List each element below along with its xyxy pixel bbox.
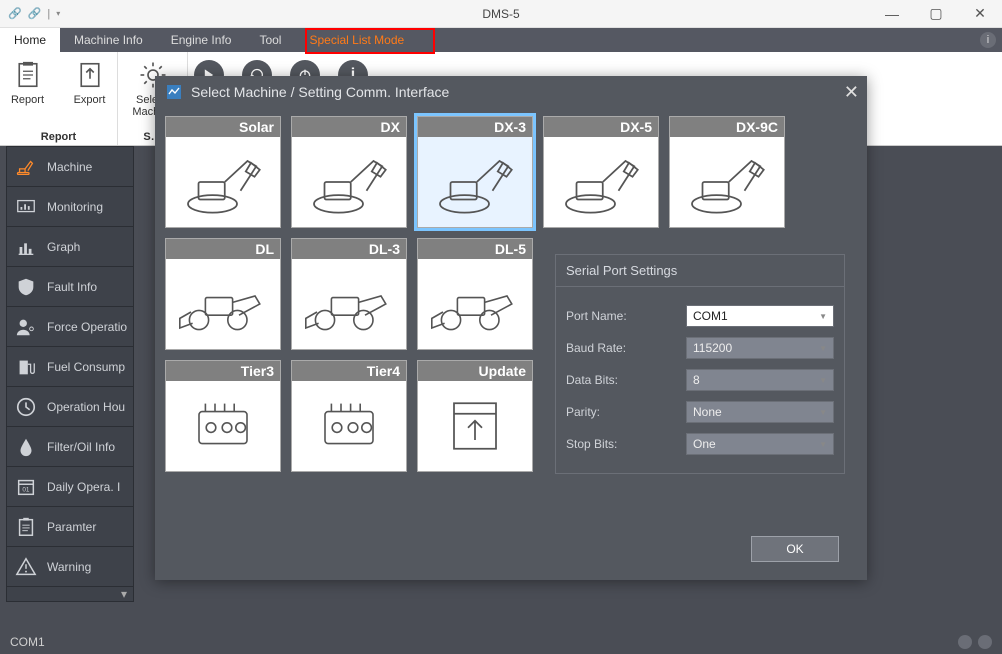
stop-bits-value: One <box>693 437 716 451</box>
parity-value: None <box>693 405 722 419</box>
modal-overlay: Select Machine / Setting Comm. Interface… <box>0 0 1002 654</box>
chevron-down-icon: ▼ <box>819 376 827 385</box>
tile-label: Update <box>418 361 532 381</box>
tile-label: DL-3 <box>292 239 406 259</box>
wheel-loader-icon <box>418 259 532 349</box>
tile-label: DX-9C <box>670 117 784 137</box>
settings-title: Serial Port Settings <box>556 255 844 287</box>
tile-dx-9c[interactable]: DX-9C <box>669 116 785 228</box>
port-name-select[interactable]: COM1 ▼ <box>686 305 834 327</box>
dialog-app-icon <box>165 83 183 101</box>
chevron-down-icon: ▼ <box>819 440 827 449</box>
tile-dl-3[interactable]: DL-3 <box>291 238 407 350</box>
port-name-label: Port Name: <box>566 309 686 323</box>
baud-rate-value: 115200 <box>693 341 732 355</box>
excavator-icon <box>670 137 784 227</box>
tile-label: Tier3 <box>166 361 280 381</box>
baud-rate-select[interactable]: 115200 ▼ <box>686 337 834 359</box>
machine-tiles-row1: Solar DX DX-3 DX-5 DX-9C <box>165 116 857 228</box>
excavator-icon <box>418 137 532 227</box>
chevron-down-icon: ▼ <box>819 408 827 417</box>
wheel-loader-icon <box>166 259 280 349</box>
data-bits-value: 8 <box>693 373 700 387</box>
excavator-icon <box>292 137 406 227</box>
tile-label: DL <box>166 239 280 259</box>
tile-label: DX-3 <box>418 117 532 137</box>
port-name-value: COM1 <box>693 309 728 323</box>
tile-tier4[interactable]: Tier4 <box>291 360 407 472</box>
wheel-loader-icon <box>292 259 406 349</box>
tile-dl[interactable]: DL <box>165 238 281 350</box>
parity-select[interactable]: None ▼ <box>686 401 834 423</box>
tile-solar[interactable]: Solar <box>165 116 281 228</box>
dialog-title: Select Machine / Setting Comm. Interface <box>191 84 449 100</box>
chevron-down-icon: ▼ <box>819 344 827 353</box>
stop-bits-select[interactable]: One ▼ <box>686 433 834 455</box>
tile-update[interactable]: Update <box>417 360 533 472</box>
parity-label: Parity: <box>566 405 686 419</box>
dialog-body: Solar DX DX-3 DX-5 DX-9C <box>155 108 867 580</box>
update-icon <box>418 381 532 471</box>
tile-label: DX <box>292 117 406 137</box>
engine-icon <box>292 381 406 471</box>
tile-label: Tier4 <box>292 361 406 381</box>
engine-icon <box>166 381 280 471</box>
select-machine-dialog: Select Machine / Setting Comm. Interface… <box>155 76 867 580</box>
serial-port-settings: Serial Port Settings Port Name: COM1 ▼ B… <box>555 254 845 474</box>
tile-dx-5[interactable]: DX-5 <box>543 116 659 228</box>
tile-label: Solar <box>166 117 280 137</box>
data-bits-select[interactable]: 8 ▼ <box>686 369 834 391</box>
tile-label: DL-5 <box>418 239 532 259</box>
stop-bits-label: Stop Bits: <box>566 437 686 451</box>
dialog-close-button[interactable]: ✕ <box>844 82 859 103</box>
ok-button[interactable]: OK <box>751 536 839 562</box>
tile-dx[interactable]: DX <box>291 116 407 228</box>
tile-dl-5[interactable]: DL-5 <box>417 238 533 350</box>
baud-rate-label: Baud Rate: <box>566 341 686 355</box>
tile-dx-3[interactable]: DX-3 <box>417 116 533 228</box>
data-bits-label: Data Bits: <box>566 373 686 387</box>
excavator-icon <box>166 137 280 227</box>
tile-label: DX-5 <box>544 117 658 137</box>
tile-tier3[interactable]: Tier3 <box>165 360 281 472</box>
excavator-icon <box>544 137 658 227</box>
dialog-titlebar: Select Machine / Setting Comm. Interface… <box>155 76 867 108</box>
chevron-down-icon: ▼ <box>819 312 827 321</box>
